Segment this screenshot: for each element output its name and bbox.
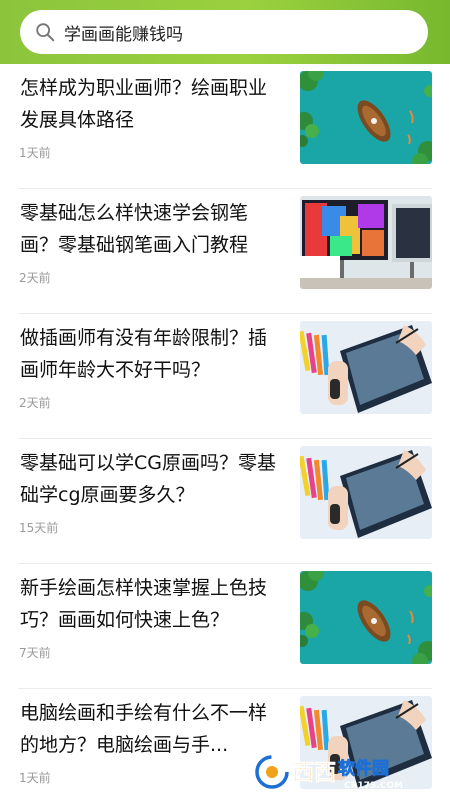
article-time: 1天前 xyxy=(19,771,51,785)
article-title[interactable]: 零基础可以学CG原画吗？零基础学cg原画要多久？ xyxy=(20,447,282,511)
search-box[interactable]: 学画画能赚钱吗 xyxy=(20,10,428,54)
article-title[interactable]: 怎样成为职业画师？绘画职业发展具体路径 xyxy=(20,72,282,136)
article-title[interactable]: 电脑绘画和手绘有什么不一样的地方？电脑绘画与手... xyxy=(20,697,282,761)
top-bar: 学画画能赚钱吗 xyxy=(0,0,450,64)
boat-lake-image xyxy=(300,571,432,664)
monitor-desk-image xyxy=(300,196,432,289)
drawing-tablet-image xyxy=(300,446,432,539)
article-thumbnail[interactable] xyxy=(300,571,432,664)
article-item[interactable]: 新手绘画怎样快速掌握上色技巧？画画如何快速上色？ 7天前 xyxy=(0,564,450,689)
search-icon xyxy=(36,23,55,42)
article-title[interactable]: 零基础怎么样快速学会钢笔画？零基础钢笔画入门教程 xyxy=(20,197,282,261)
article-title[interactable]: 新手绘画怎样快速掌握上色技巧？画画如何快速上色？ xyxy=(20,572,282,636)
search-query-text: 学画画能赚钱吗 xyxy=(64,24,183,45)
article-thumbnail[interactable] xyxy=(300,196,432,289)
article-time: 2天前 xyxy=(19,271,51,285)
boat-lake-image xyxy=(300,71,432,164)
article-time: 1天前 xyxy=(19,146,51,160)
svg-text:软件园: 软件园 xyxy=(338,758,389,779)
article-thumbnail[interactable] xyxy=(300,71,432,164)
article-thumbnail[interactable] xyxy=(300,446,432,539)
article-time: 2天前 xyxy=(19,396,51,410)
article-time: 15天前 xyxy=(19,521,59,535)
article-item[interactable]: 零基础可以学CG原画吗？零基础学cg原画要多久？ 15天前 xyxy=(0,439,450,564)
article-thumbnail[interactable] xyxy=(300,321,432,414)
site-watermark-logo: 西西 软件园 CR173.COM xyxy=(252,752,438,792)
svg-text:西西: 西西 xyxy=(292,761,336,786)
article-item[interactable]: 零基础怎么样快速学会钢笔画？零基础钢笔画入门教程 2天前 xyxy=(0,189,450,314)
drawing-tablet-image xyxy=(300,321,432,414)
svg-text:CR173.COM: CR173.COM xyxy=(344,781,403,791)
article-title[interactable]: 做插画师有没有年龄限制？插画师年龄大不好干吗？ xyxy=(20,322,282,386)
article-item[interactable]: 怎样成为职业画师？绘画职业发展具体路径 1天前 xyxy=(0,64,450,189)
article-item[interactable]: 做插画师有没有年龄限制？插画师年龄大不好干吗？ 2天前 xyxy=(0,314,450,439)
watermark-logo-image: 西西 软件园 CR173.COM xyxy=(254,754,403,791)
article-time: 7天前 xyxy=(19,646,51,660)
